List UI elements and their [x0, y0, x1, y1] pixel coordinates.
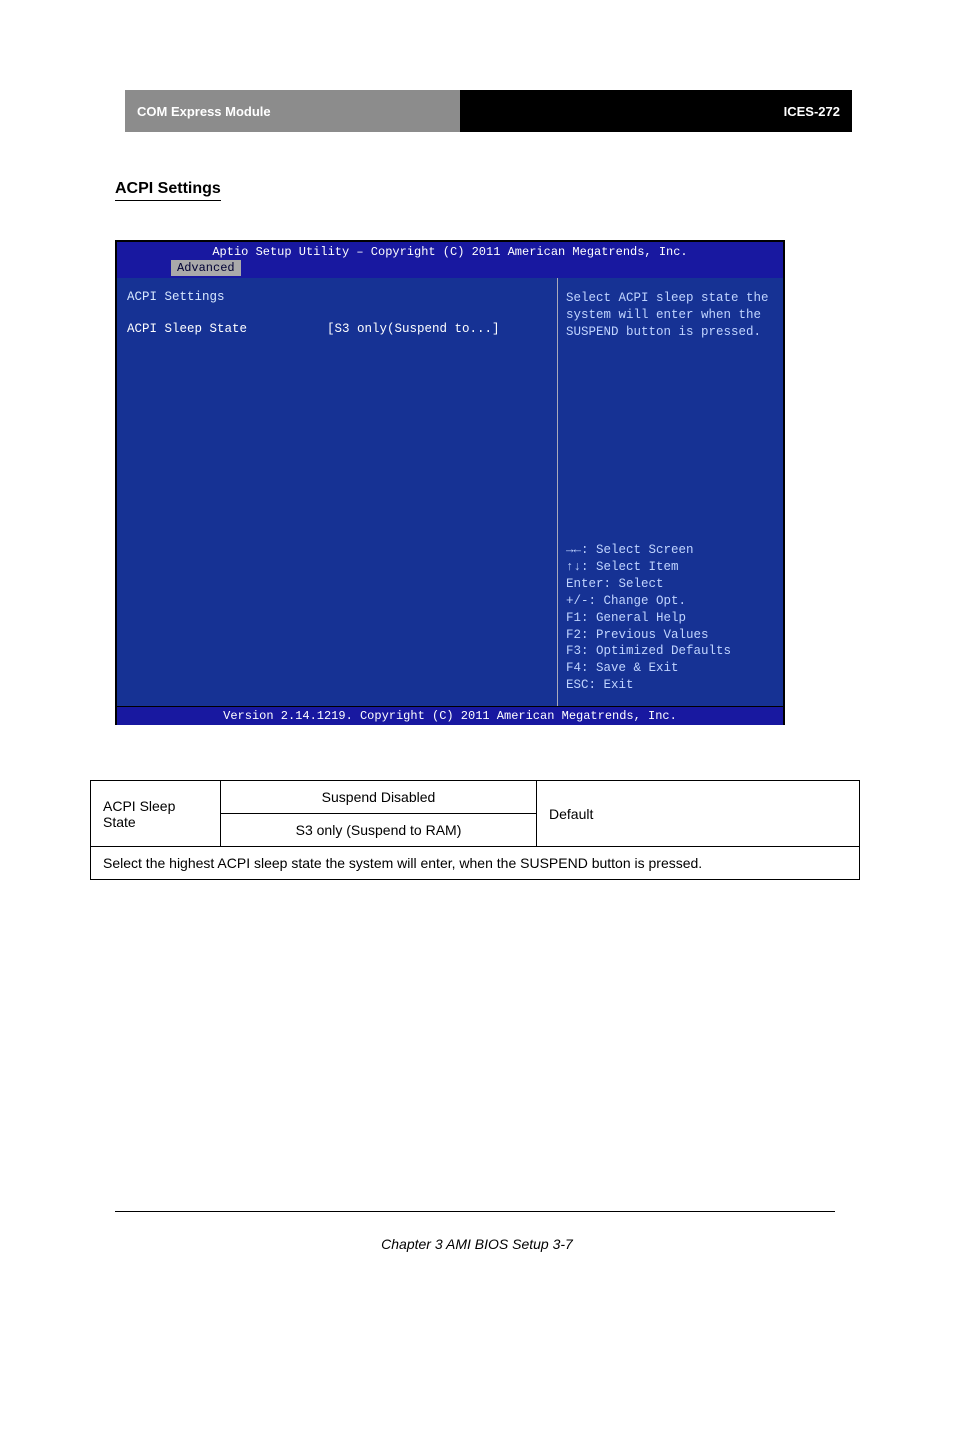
bios-panel-left: ACPI Settings ACPI Sleep State [S3 only(…: [117, 278, 558, 706]
bios-item-label: ACPI Sleep State: [127, 322, 327, 336]
page-footer: Chapter 3 AMI BIOS Setup 3-7: [0, 1236, 954, 1252]
setting-default-cell: Default: [537, 781, 860, 847]
settings-table: ACPI Sleep State Suspend Disabled Defaul…: [90, 780, 860, 880]
doc-header-right: ICES-272: [460, 90, 852, 132]
bios-help-keys: →←: Select Screen ↑↓: Select Item Enter:…: [566, 542, 775, 694]
bios-key-hint: ESC: Exit: [566, 677, 775, 694]
section-heading: ACPI Settings: [115, 180, 221, 201]
bios-panel-heading: ACPI Settings: [127, 290, 547, 304]
bios-key-hint: →←: Select Screen: [566, 542, 775, 559]
bios-tabbar: Advanced: [117, 260, 783, 278]
setting-option-cell: Suspend Disabled: [221, 781, 537, 814]
doc-header-bar: COM Express Module ICES-272: [125, 90, 852, 132]
bios-item-acpi-sleep-state[interactable]: ACPI Sleep State [S3 only(Suspend to...]: [127, 322, 547, 336]
bios-key-hint: F2: Previous Values: [566, 627, 775, 644]
bios-key-hint: F4: Save & Exit: [566, 660, 775, 677]
footer-divider: [115, 1211, 835, 1212]
setting-name-cell: ACPI Sleep State: [91, 781, 221, 847]
bios-footer: Version 2.14.1219. Copyright (C) 2011 Am…: [117, 706, 783, 725]
doc-header-left-text: COM Express Module: [137, 104, 271, 119]
setting-option-cell: S3 only (Suspend to RAM): [221, 814, 537, 847]
table-row: ACPI Sleep State Suspend Disabled Defaul…: [91, 781, 860, 814]
doc-header-left: COM Express Module: [125, 90, 460, 132]
bios-body: ACPI Settings ACPI Sleep State [S3 only(…: [117, 278, 783, 706]
bios-help-description: Select ACPI sleep state the system will …: [566, 290, 775, 341]
bios-tab-advanced[interactable]: Advanced: [171, 260, 241, 276]
bios-screenshot: Aptio Setup Utility – Copyright (C) 2011…: [115, 240, 785, 725]
bios-key-hint: ↑↓: Select Item: [566, 559, 775, 576]
bios-item-value: [S3 only(Suspend to...]: [327, 322, 500, 336]
table-row: Select the highest ACPI sleep state the …: [91, 847, 860, 880]
bios-key-hint: Enter: Select: [566, 576, 775, 593]
bios-title: Aptio Setup Utility – Copyright (C) 2011…: [117, 242, 783, 260]
bios-key-hint: F3: Optimized Defaults: [566, 643, 775, 660]
bios-key-hint: F1: General Help: [566, 610, 775, 627]
doc-header-right-text: ICES-272: [784, 104, 840, 119]
setting-description-cell: Select the highest ACPI sleep state the …: [91, 847, 860, 880]
bios-key-hint: +/-: Change Opt.: [566, 593, 775, 610]
bios-panel-right: Select ACPI sleep state the system will …: [558, 278, 783, 706]
